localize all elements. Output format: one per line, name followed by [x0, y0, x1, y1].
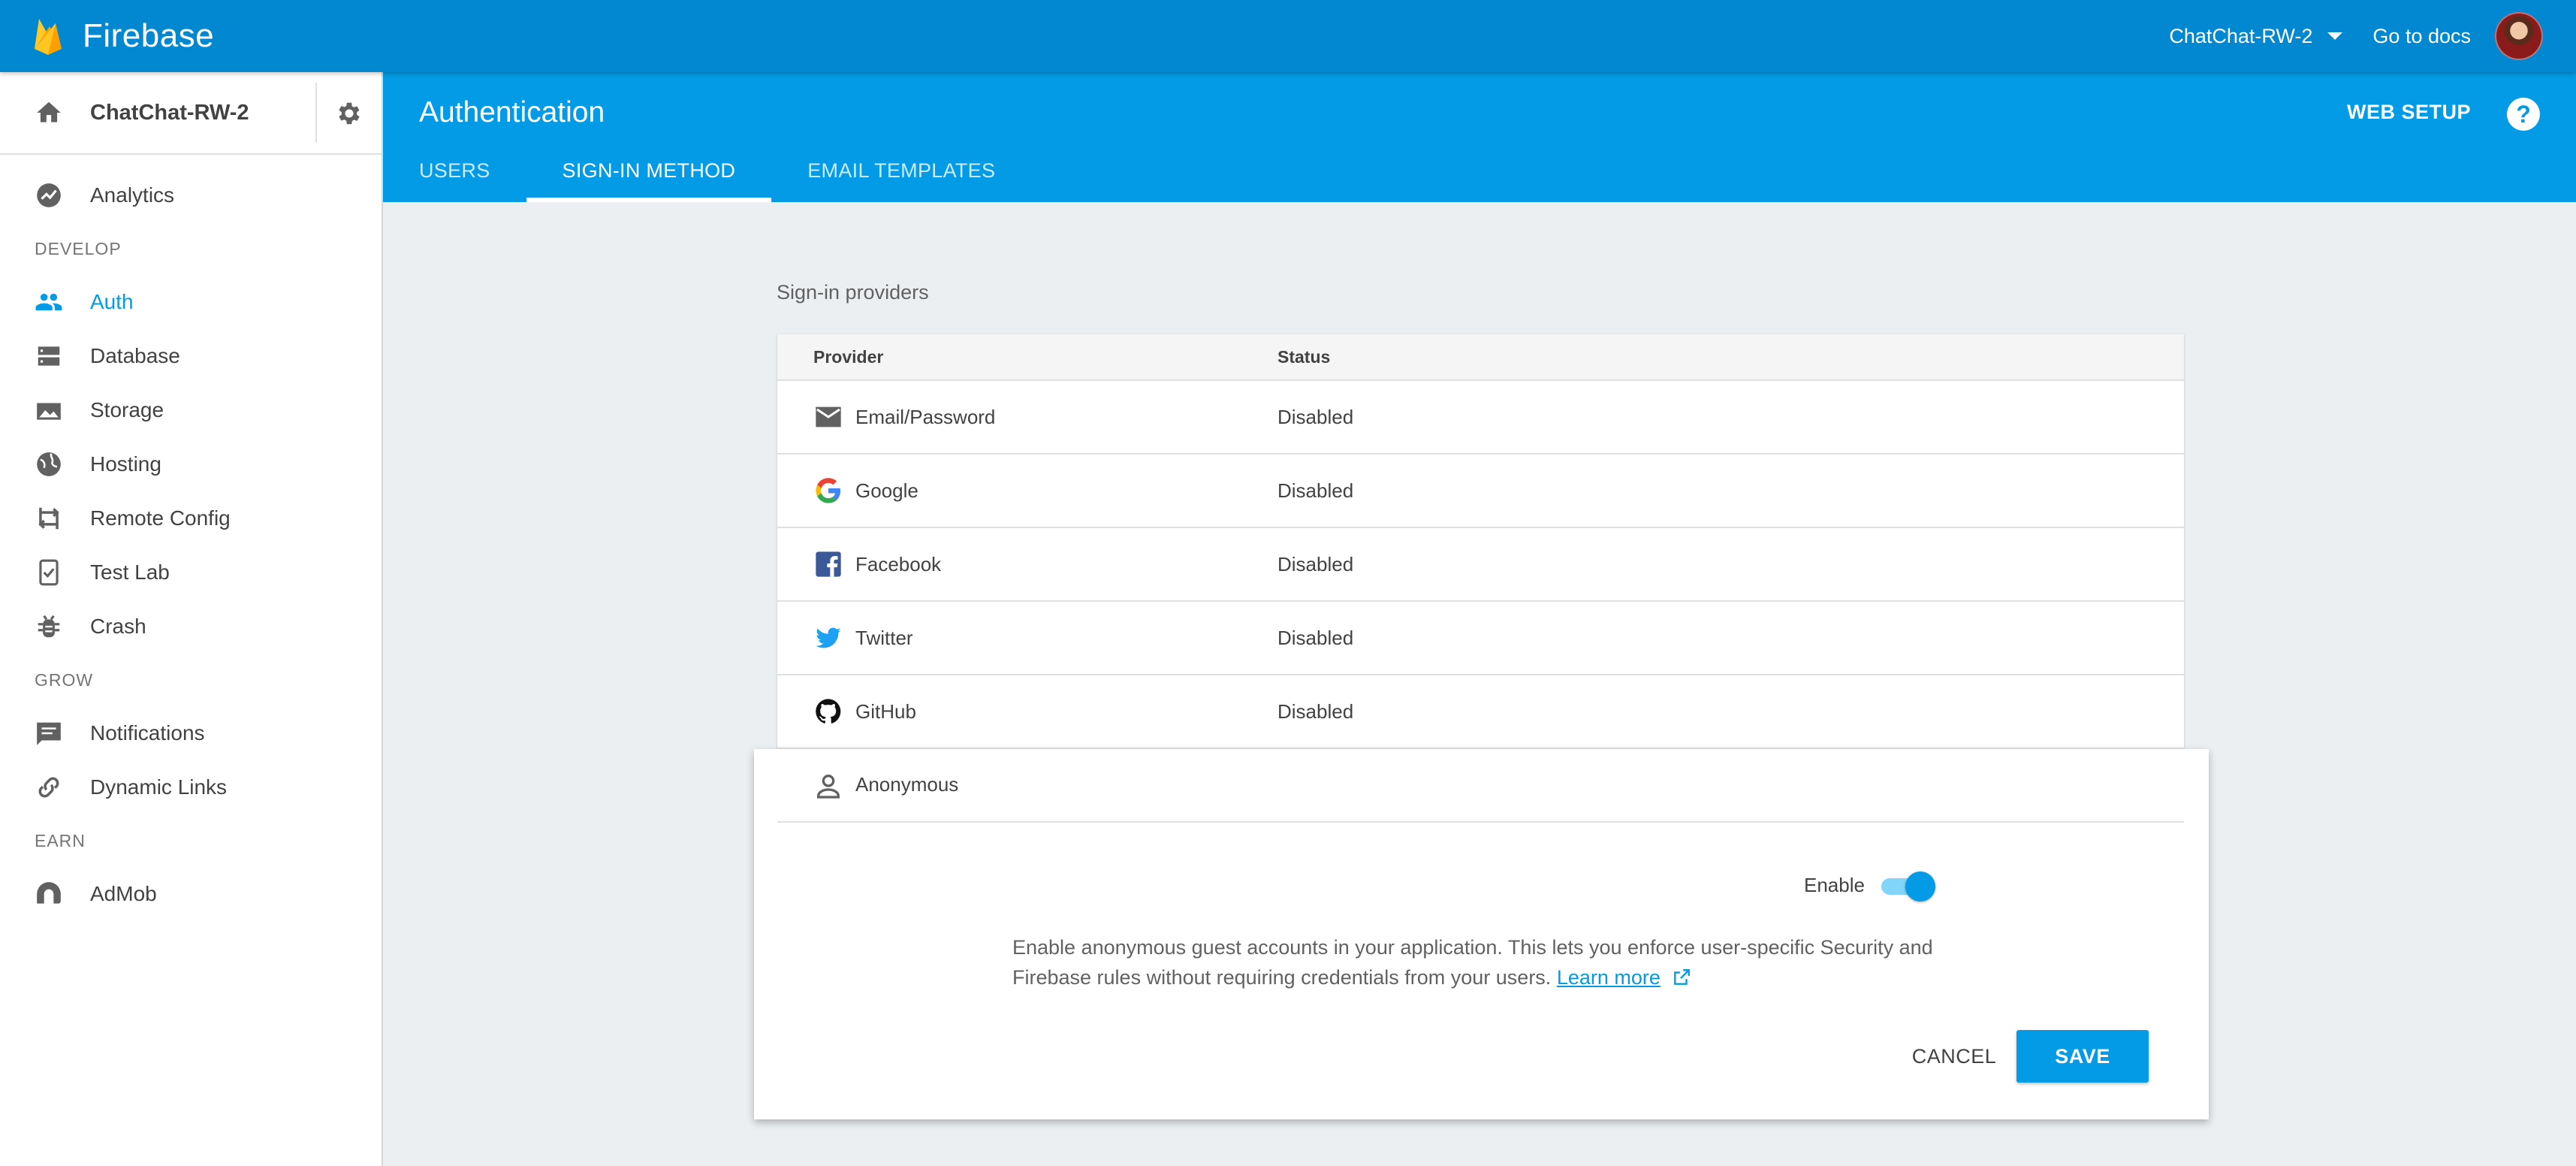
- tab-bar: USERS SIGN-IN METHOD EMAIL TEMPLATES: [383, 139, 1031, 202]
- page-header: Authentication WEB SETUP ? USERS SIGN-IN…: [383, 72, 2576, 202]
- database-icon: [38, 346, 60, 366]
- sidebar-item-crash[interactable]: Crash: [0, 600, 382, 654]
- sidebar-item-label: Analytics: [90, 183, 175, 207]
- sidebar-item-admob[interactable]: AdMob: [0, 867, 382, 921]
- sidebar-item-auth[interactable]: Auth: [0, 275, 382, 329]
- sidebar-item-test-lab[interactable]: Test Lab: [0, 545, 382, 600]
- table-header: Provider Status: [777, 334, 2184, 381]
- sidebar-item-label: Notifications: [90, 721, 205, 745]
- learn-more-link[interactable]: Learn more: [1557, 966, 1661, 989]
- sidebar-item-label: Database: [90, 344, 180, 367]
- enable-label: Enable: [1804, 874, 1865, 896]
- sidebar-item-label: Storage: [90, 398, 164, 421]
- provider-name: Anonymous: [855, 773, 959, 796]
- image-icon: [37, 403, 61, 420]
- sidebar-item-label: Crash: [90, 615, 146, 638]
- checklist-icon: [39, 559, 59, 586]
- swap-icon: [38, 507, 59, 530]
- sidebar-item-label: Remote Config: [90, 506, 231, 530]
- google-icon: [816, 478, 840, 503]
- provider-status: Disabled: [1277, 405, 1354, 428]
- section-title: Sign-in providers: [777, 281, 929, 304]
- person-icon: [817, 775, 840, 799]
- column-header-provider: Provider: [813, 346, 884, 367]
- page-title: Authentication: [419, 96, 605, 128]
- sidebar-item-label: Hosting: [90, 452, 161, 476]
- provider-status: Disabled: [1277, 479, 1354, 502]
- provider-status: Disabled: [1277, 626, 1354, 649]
- analytics-icon: [37, 183, 61, 207]
- anonymous-panel-header[interactable]: Anonymous: [777, 749, 2184, 823]
- provider-row-twitter[interactable]: Twitter Disabled: [777, 602, 2184, 675]
- sidebar-item-label: Auth: [90, 290, 134, 313]
- help-icon[interactable]: ?: [2507, 98, 2540, 131]
- web-setup-button[interactable]: WEB SETUP: [2347, 101, 2471, 124]
- sidebar-item-notifications[interactable]: Notifications: [0, 706, 382, 760]
- project-name[interactable]: ChatChat-RW-2: [90, 101, 249, 125]
- anonymous-provider-panel: Anonymous Enable Enable anonymous guest …: [754, 749, 2209, 1119]
- provider-name: Twitter: [855, 626, 913, 649]
- tab-email-templates[interactable]: EMAIL TEMPLATES: [771, 139, 1031, 202]
- sidebar-item-label: Test Lab: [90, 560, 170, 584]
- column-header-status: Status: [1277, 346, 1331, 367]
- firebase-flame-icon: [35, 19, 62, 55]
- tab-sign-in-method[interactable]: SIGN-IN METHOD: [526, 139, 772, 202]
- facebook-icon: [816, 551, 841, 577]
- project-selector-label: ChatChat-RW-2: [2169, 24, 2313, 47]
- external-link-icon[interactable]: [1672, 968, 1691, 987]
- cancel-button[interactable]: CANCEL: [1894, 1030, 2014, 1083]
- anonymous-description: Enable anonymous guest accounts in your …: [1012, 932, 1974, 992]
- message-icon: [37, 722, 61, 745]
- home-icon[interactable]: [35, 98, 63, 127]
- firebase-logo[interactable]: Firebase: [33, 16, 214, 56]
- sidebar-item-storage[interactable]: Storage: [0, 383, 382, 437]
- enable-toggle[interactable]: [1881, 871, 1935, 902]
- provider-status: Disabled: [1277, 699, 1354, 723]
- provider-name: Facebook: [855, 552, 942, 575]
- provider-row-email[interactable]: Email/Password Disabled: [777, 381, 2184, 455]
- sidebar-item-hosting[interactable]: Hosting: [0, 437, 382, 491]
- admob-icon: [37, 882, 61, 904]
- sidebar-section-develop: DEVELOP: [35, 238, 122, 258]
- provider-name: GitHub: [855, 699, 916, 723]
- firebase-logo-text: Firebase: [83, 17, 215, 54]
- sidebar-item-label: AdMob: [90, 882, 157, 905]
- tab-users[interactable]: USERS: [383, 139, 526, 202]
- provider-row-google[interactable]: Google Disabled: [777, 455, 2184, 528]
- toggle-thumb: [1905, 871, 1935, 902]
- sidebar-section-earn: EARN: [35, 830, 86, 850]
- sidebar: ChatChat-RW-2 Analytics DEVELOP Auth Dat…: [0, 72, 383, 1166]
- email-icon: [816, 406, 841, 427]
- sidebar-project-row: ChatChat-RW-2: [0, 72, 382, 155]
- sidebar-section-grow: GROW: [35, 669, 94, 690]
- people-icon: [35, 293, 62, 311]
- provider-row-github[interactable]: GitHub Disabled: [777, 675, 2184, 749]
- sidebar-item-dynamic-links[interactable]: Dynamic Links: [0, 760, 382, 814]
- sidebar-nav: Analytics DEVELOP Auth Database Storage …: [0, 155, 382, 921]
- sidebar-item-database[interactable]: Database: [0, 329, 382, 383]
- caret-down-icon: [2327, 32, 2343, 40]
- save-button[interactable]: SAVE: [2016, 1030, 2149, 1083]
- provider-name: Email/Password: [855, 405, 996, 428]
- twitter-icon: [816, 627, 841, 648]
- provider-row-facebook[interactable]: Facebook Disabled: [777, 528, 2184, 602]
- globe-icon: [37, 452, 61, 476]
- link-icon: [38, 777, 59, 798]
- project-selector[interactable]: ChatChat-RW-2: [2169, 24, 2343, 48]
- provider-name: Google: [855, 479, 918, 502]
- gear-icon[interactable]: [335, 99, 363, 128]
- providers-table: Provider Status Email/Password Disabled …: [777, 334, 2184, 749]
- github-icon: [816, 699, 841, 723]
- divider: [315, 83, 317, 143]
- avatar[interactable]: [2495, 12, 2543, 60]
- sidebar-item-remote-config[interactable]: Remote Config: [0, 491, 382, 545]
- provider-status: Disabled: [1277, 552, 1354, 575]
- go-to-docs-link[interactable]: Go to docs: [2372, 25, 2471, 48]
- sidebar-item-analytics[interactable]: Analytics: [0, 168, 382, 222]
- sidebar-item-label: Dynamic Links: [90, 775, 228, 799]
- bug-icon: [38, 615, 60, 638]
- description-text: Enable anonymous guest accounts in your …: [1012, 936, 1933, 989]
- top-app-bar: Firebase ChatChat-RW-2 Go to docs: [0, 0, 2576, 72]
